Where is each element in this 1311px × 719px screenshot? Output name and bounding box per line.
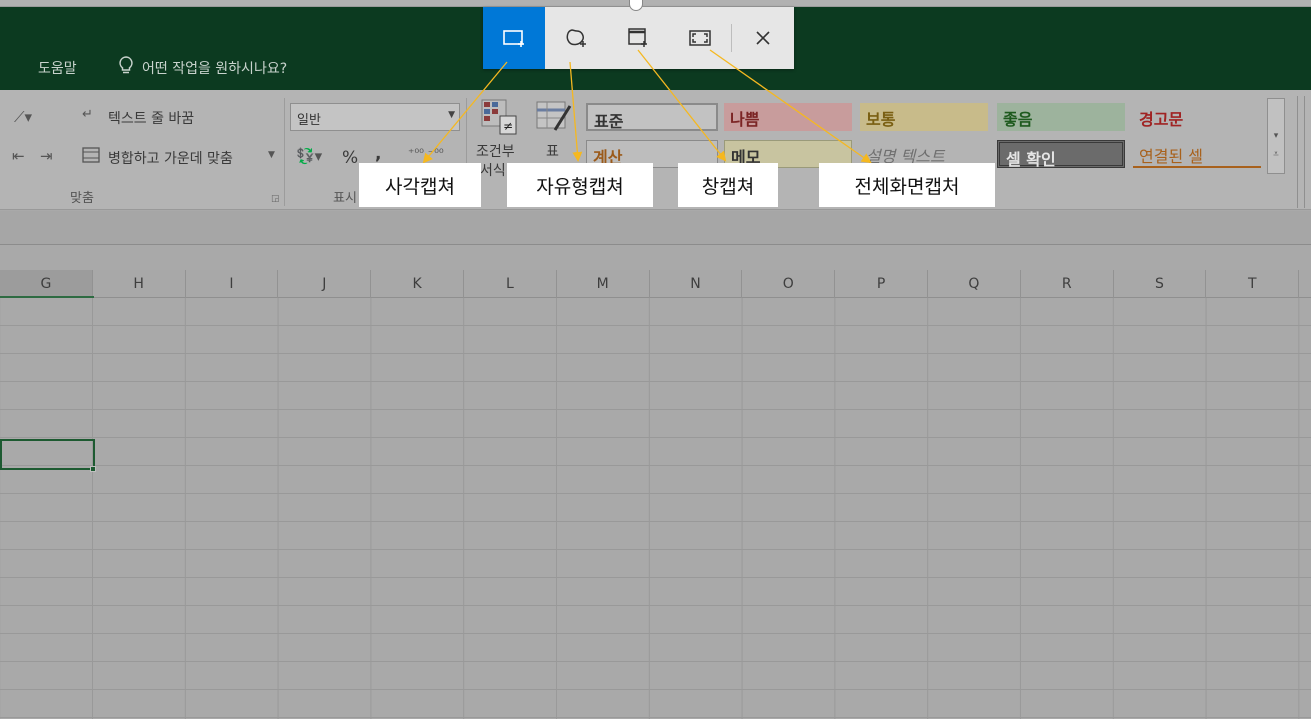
freeform-snip-icon [566, 29, 586, 47]
formula-bar[interactable] [0, 211, 1311, 245]
conditional-format-label-2[interactable]: 서식 [480, 160, 506, 180]
format-as-table-icon [535, 100, 573, 140]
column-header-n[interactable]: N [650, 270, 743, 298]
accounting-format-icon[interactable]: 💱▾ [296, 147, 322, 165]
dialog-launcher-icon[interactable]: ◲ [271, 194, 280, 204]
chevron-down-icon[interactable]: ▼ [268, 150, 275, 160]
percent-style-button[interactable]: % [342, 148, 358, 168]
format-as-table-button[interactable]: 표 [546, 141, 559, 161]
group-label-alignment: 맞춤 [70, 191, 94, 206]
column-header-l[interactable]: L [464, 270, 557, 298]
tab-help[interactable]: 도움말 [38, 58, 77, 78]
more-styles-icon[interactable]: ⩡ [1268, 149, 1284, 160]
column-header-h[interactable]: H [93, 270, 186, 298]
decimal-adjust-icon[interactable]: ⁺⁰⁰ ⁻⁰⁰ [408, 146, 444, 160]
snip-toolbar [483, 7, 794, 69]
close-snip-button[interactable] [732, 7, 794, 69]
column-header-o[interactable]: O [742, 270, 836, 298]
column-header-t[interactable]: T [1206, 270, 1300, 298]
column-header-q[interactable]: Q [928, 270, 1021, 298]
rectangle-snip-button[interactable] [483, 7, 545, 69]
group-separator [284, 98, 285, 206]
spreadsheet-grid[interactable] [0, 298, 1311, 719]
increase-indent-icon[interactable]: ⇥ [40, 147, 53, 165]
close-icon [756, 31, 770, 45]
style-bad[interactable]: 나쁨 [724, 103, 852, 131]
merge-center-icon [82, 147, 100, 167]
style-warning[interactable]: 경고문 [1133, 103, 1261, 131]
styles-gallery-scrollbar[interactable]: ▾ ⩡ [1267, 98, 1285, 174]
fill-handle[interactable] [90, 466, 96, 472]
style-check-cell[interactable]: 셀 확인 [997, 140, 1125, 169]
window-top-strip [0, 0, 1311, 7]
style-good[interactable]: 좋음 [997, 103, 1125, 131]
style-normal[interactable]: 표준 [586, 103, 718, 131]
comma-style-button[interactable]: , [375, 144, 381, 164]
wrap-text-button[interactable]: 텍스트 줄 바꿈 [108, 108, 194, 128]
window-snip-button[interactable] [607, 7, 669, 69]
column-header-s[interactable]: S [1114, 270, 1207, 298]
wrap-text-icon: ↵ [82, 107, 93, 122]
text-orientation-icon[interactable]: ⟋▾ [14, 108, 32, 126]
column-header-m[interactable]: M [557, 270, 650, 298]
fullscreen-snip-icon [689, 30, 711, 46]
column-header-i[interactable]: I [186, 270, 279, 298]
merge-center-button[interactable]: 병합하고 가운데 맞춤 [108, 148, 233, 168]
decrease-indent-icon[interactable]: ⇤ [12, 147, 25, 165]
conditional-format-icon: ≠ [480, 98, 520, 142]
label-free-capture: 자유형캡쳐 [507, 163, 653, 207]
scroll-down-icon[interactable]: ▾ [1268, 131, 1284, 141]
fullscreen-snip-button[interactable] [669, 7, 731, 69]
freeform-snip-button[interactable] [545, 7, 607, 69]
label-full-capture: 전체화면캡처 [819, 163, 995, 207]
ribbon-edge [1297, 96, 1305, 208]
number-format-dropdown[interactable]: 일반 ▼ [290, 103, 460, 131]
style-neutral[interactable]: 보통 [860, 103, 988, 131]
rectangle-snip-icon [503, 30, 524, 47]
column-header-p[interactable]: P [835, 270, 928, 298]
tell-me-search[interactable]: 어떤 작업을 원하시나요? [142, 58, 287, 78]
label-rect-capture: 사각캡쳐 [359, 163, 481, 207]
lightbulb-icon [118, 56, 134, 80]
column-header-k[interactable]: K [371, 270, 464, 298]
style-linked-cell[interactable]: 연결된 셀 [1133, 140, 1261, 168]
window-snip-icon [628, 28, 647, 47]
column-header-g[interactable]: G [0, 270, 93, 298]
conditional-format-label-1[interactable]: 조건부 [476, 141, 515, 161]
svg-text:≠: ≠ [503, 119, 513, 133]
active-cell[interactable] [0, 439, 95, 470]
group-label-number: 표시 [333, 191, 357, 206]
column-header-r[interactable]: R [1021, 270, 1114, 298]
chevron-down-icon: ▼ [448, 110, 455, 120]
label-window-capture: 창캡쳐 [678, 163, 778, 207]
number-format-value: 일반 [297, 113, 321, 128]
column-header-row: GHIJKLMNOPQRST [0, 270, 1311, 298]
column-header-j[interactable]: J [278, 270, 372, 298]
